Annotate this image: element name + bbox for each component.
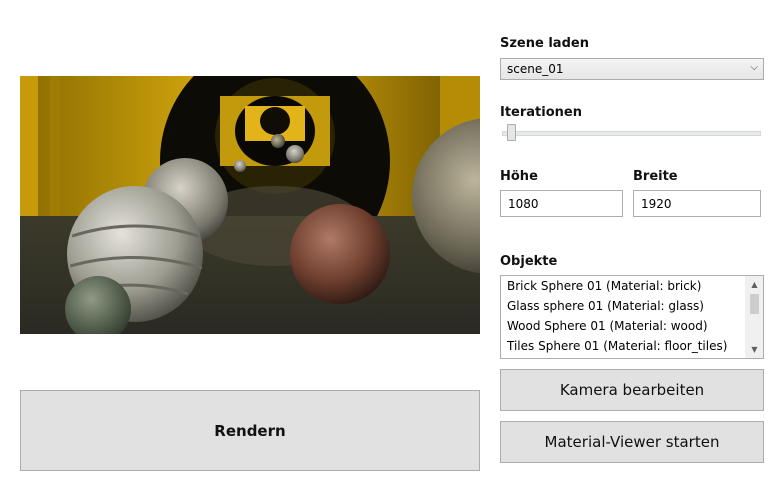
scene-label: Szene laden [500, 36, 589, 51]
iterations-slider-thumb[interactable] [507, 124, 516, 141]
iterations-slider-track[interactable] [502, 131, 761, 136]
start-material-viewer-button[interactable]: Material-Viewer starten [500, 421, 764, 463]
scene-dropdown[interactable]: scene_01 ⌵ [500, 58, 764, 80]
edit-camera-button[interactable]: Kamera bearbeiten [500, 369, 764, 411]
list-item[interactable]: Brick Sphere 01 (Material: brick) [501, 276, 763, 296]
chevron-down-icon: ⌵ [750, 62, 758, 73]
scene-dropdown-value: scene_01 [507, 62, 564, 76]
objects-label: Objekte [500, 254, 558, 269]
render-button[interactable]: Rendern [20, 390, 480, 471]
width-input[interactable]: 1920 [633, 190, 761, 217]
objects-scrollbar[interactable]: ▲ ▼ [745, 276, 763, 358]
list-item[interactable]: Wood Sphere 01 (Material: wood) [501, 316, 763, 336]
render-preview-image [20, 76, 480, 334]
height-label: Höhe [500, 169, 538, 184]
arrow-up-icon[interactable]: ▲ [746, 276, 763, 293]
list-item[interactable]: Glass sphere 01 (Material: glass) [501, 296, 763, 316]
height-input[interactable]: 1080 [500, 190, 623, 217]
list-item[interactable]: Tiles Sphere 01 (Material: floor_tiles) [501, 336, 763, 356]
iterations-label: Iterationen [500, 105, 582, 120]
objects-listbox[interactable]: Brick Sphere 01 (Material: brick) Glass … [500, 275, 764, 359]
arrow-down-icon[interactable]: ▼ [746, 341, 763, 358]
scrollbar-thumb[interactable] [750, 294, 759, 314]
width-label: Breite [633, 169, 678, 184]
